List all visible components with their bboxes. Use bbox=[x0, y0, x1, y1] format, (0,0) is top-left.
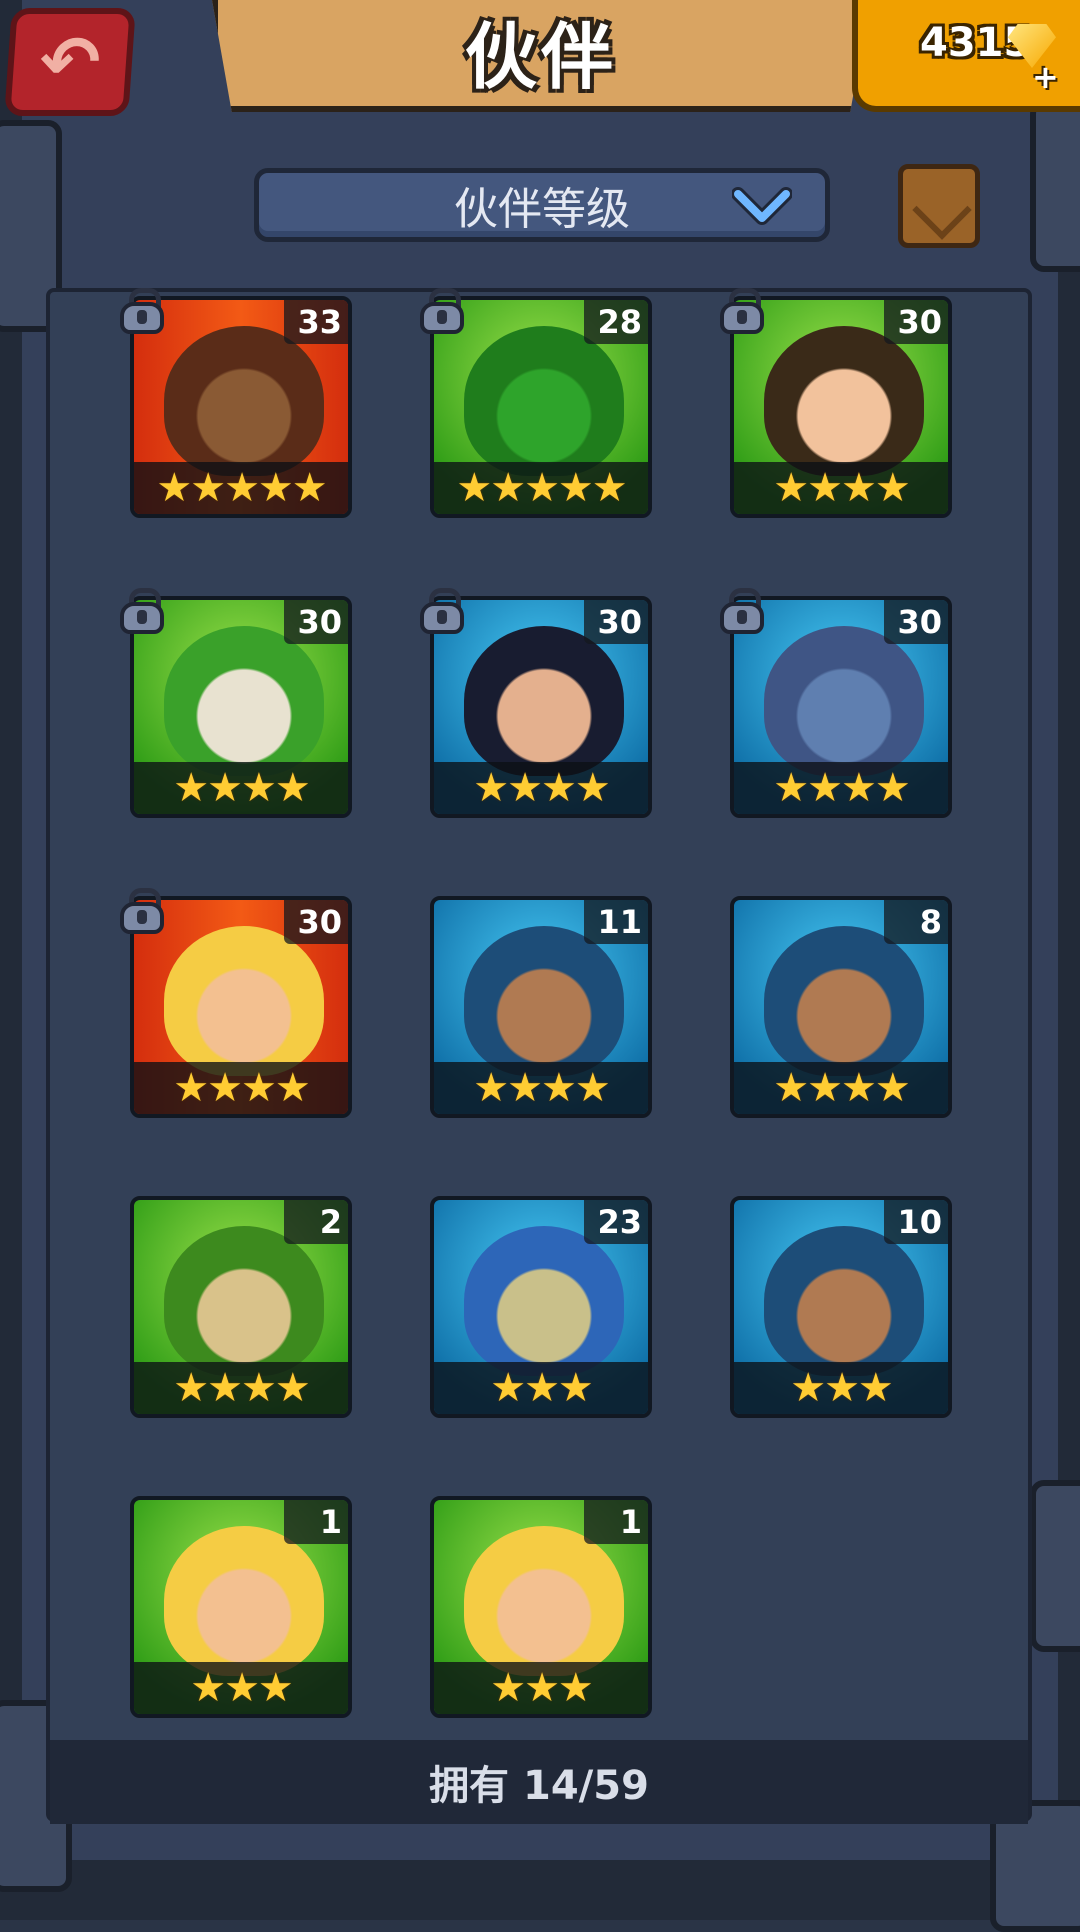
companion-card[interactable]: 1 ★★★ bbox=[430, 1496, 652, 1718]
lock-icon bbox=[420, 288, 464, 334]
companion-level: 28 bbox=[584, 300, 648, 344]
scroll-button[interactable] bbox=[898, 164, 980, 248]
rock-decoration bbox=[1030, 100, 1080, 272]
lock-icon bbox=[720, 588, 764, 634]
star-rating: ★★★★ bbox=[134, 762, 348, 814]
companion-level: 2 bbox=[284, 1200, 348, 1244]
blue-haired-warrior-portrait bbox=[764, 1226, 924, 1376]
companion-level: 30 bbox=[284, 900, 348, 944]
companion-level: 30 bbox=[884, 600, 948, 644]
companion-level: 1 bbox=[584, 1500, 648, 1544]
blue-haired-warrior-portrait bbox=[764, 926, 924, 1076]
blue-haired-warrior-portrait bbox=[464, 926, 624, 1076]
blue-lizard-portrait bbox=[464, 1226, 624, 1376]
blonde-woman-portrait bbox=[164, 926, 324, 1076]
green-lizard-portrait bbox=[164, 1226, 324, 1376]
companion-level: 10 bbox=[884, 1200, 948, 1244]
blue-boar-portrait bbox=[764, 626, 924, 776]
companion-card[interactable]: 8 ★★★★ bbox=[730, 896, 952, 1118]
dark-haired-woman-portrait bbox=[764, 326, 924, 476]
green-dragon-portrait bbox=[464, 326, 624, 476]
star-rating: ★★★★ bbox=[134, 1362, 348, 1414]
companion-card[interactable]: 23 ★★★ bbox=[430, 1196, 652, 1418]
lock-icon bbox=[720, 288, 764, 334]
companion-card[interactable]: 1 ★★★ bbox=[130, 1496, 352, 1718]
lock-icon bbox=[120, 288, 164, 334]
companion-level: 33 bbox=[284, 300, 348, 344]
chevron-down-icon bbox=[732, 187, 792, 225]
brown-haired-man-portrait bbox=[164, 326, 324, 476]
companion-card[interactable]: 10 ★★★ bbox=[730, 1196, 952, 1418]
companion-card[interactable]: 2 ★★★★ bbox=[130, 1196, 352, 1418]
star-rating: ★★★ bbox=[734, 1362, 948, 1414]
star-rating: ★★★★ bbox=[734, 462, 948, 514]
black-haired-woman-portrait bbox=[464, 626, 624, 776]
rock-border-bottom bbox=[0, 1860, 1080, 1920]
companion-level: 30 bbox=[284, 600, 348, 644]
star-rating: ★★★★ bbox=[434, 1062, 648, 1114]
star-rating: ★★★★★ bbox=[434, 462, 648, 514]
blonde-woman-portrait bbox=[464, 1526, 624, 1676]
star-rating: ★★★★★ bbox=[134, 462, 348, 514]
page-title: 伙伴 bbox=[464, 14, 617, 99]
companion-level: 30 bbox=[884, 300, 948, 344]
star-rating: ★★★ bbox=[434, 1362, 648, 1414]
rock-decoration bbox=[1030, 1480, 1080, 1652]
blonde-woman-portrait bbox=[164, 1526, 324, 1676]
lock-icon bbox=[120, 888, 164, 934]
star-rating: ★★★★ bbox=[734, 762, 948, 814]
back-button[interactable]: ↶ bbox=[4, 8, 136, 116]
star-rating: ★★★ bbox=[134, 1662, 348, 1714]
back-arrow-icon: ↶ bbox=[36, 20, 104, 104]
companion-level: 30 bbox=[584, 600, 648, 644]
companion-level: 1 bbox=[284, 1500, 348, 1544]
owned-count: 拥有 14/59 bbox=[50, 1740, 1028, 1824]
plus-icon[interactable]: + bbox=[1032, 58, 1059, 96]
star-rating: ★★★★ bbox=[134, 1062, 348, 1114]
companion-level: 11 bbox=[584, 900, 648, 944]
star-rating: ★★★ bbox=[434, 1662, 648, 1714]
star-rating: ★★★★ bbox=[434, 762, 648, 814]
lock-icon bbox=[120, 588, 164, 634]
companion-level: 8 bbox=[884, 900, 948, 944]
lock-icon bbox=[420, 588, 464, 634]
companion-level: 23 bbox=[584, 1200, 648, 1244]
scroll-icon bbox=[912, 180, 972, 240]
green-turtle-warrior-portrait bbox=[164, 626, 324, 776]
star-rating: ★★★★ bbox=[734, 1062, 948, 1114]
companion-card[interactable]: 11 ★★★★ bbox=[430, 896, 652, 1118]
